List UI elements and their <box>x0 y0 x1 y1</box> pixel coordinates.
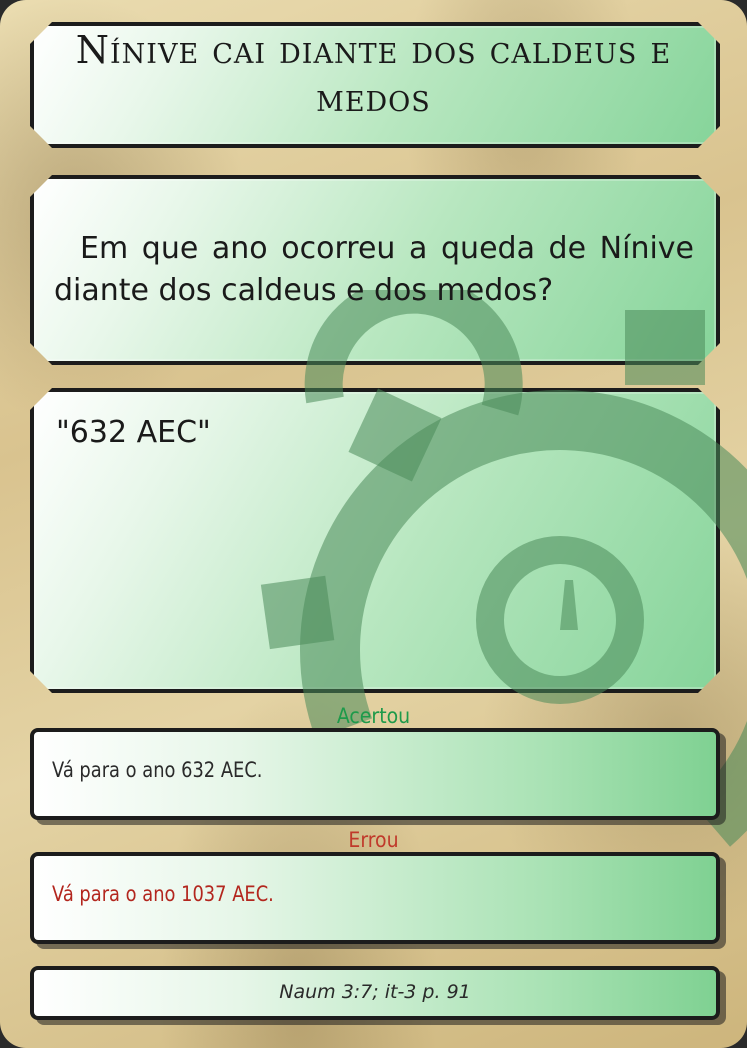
answer-text: "632 AEC" <box>56 415 211 450</box>
question-text: Em que ano ocorreu a queda de Nínive dia… <box>54 231 694 308</box>
reference-bar: Naum 3:7; it-3 p. 91 <box>30 966 720 1020</box>
game-card: Nínive cai diante dos caldeus e medos Em… <box>0 0 747 1048</box>
card-title: Nínive cai diante dos caldeus e medos <box>75 28 672 120</box>
wrong-text: Vá para o ano 1037 AEC. <box>52 882 274 906</box>
correct-text: Vá para o ano 632 AEC. <box>52 758 263 782</box>
correct-label: Acertou <box>336 704 411 728</box>
reference-text: Naum 3:7; it-3 p. 91 <box>279 981 471 1003</box>
wrong-label: Errou <box>348 828 399 852</box>
wrong-bar: Vá para o ano 1037 AEC. <box>30 852 720 944</box>
correct-bar: Vá para o ano 632 AEC. <box>30 728 720 820</box>
